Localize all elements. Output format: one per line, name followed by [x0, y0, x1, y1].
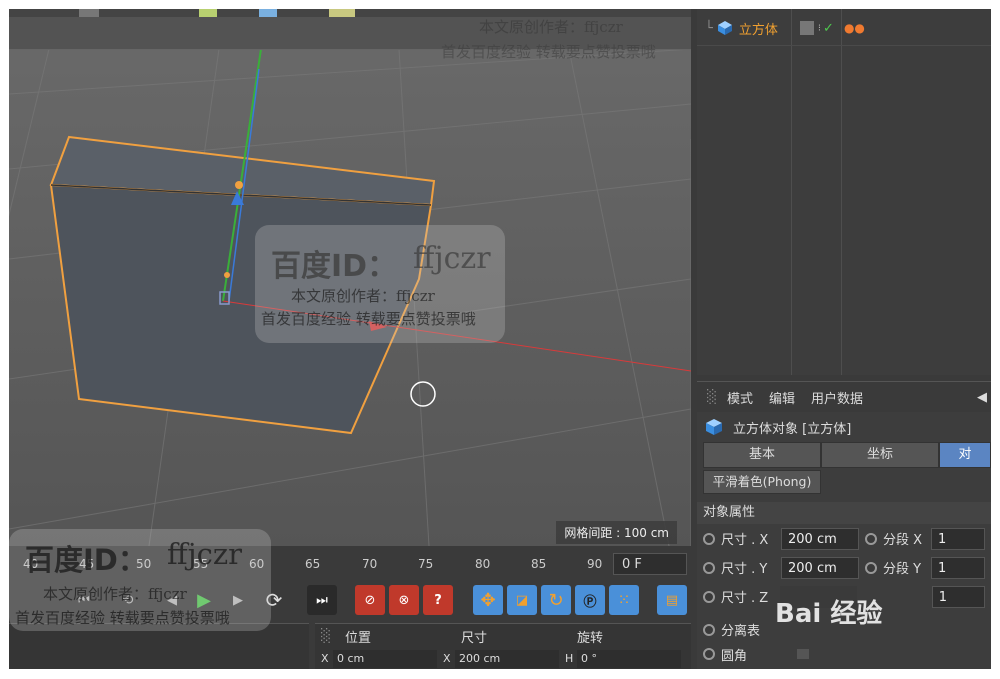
- move-key-icon[interactable]: ✥: [473, 585, 503, 615]
- watermark-user: ffjczr: [167, 537, 242, 571]
- fillet-checkbox[interactable]: [797, 649, 810, 659]
- watermark-line1: 本文原创作者：ffjczr: [479, 18, 623, 36]
- size-label: 尺寸: [461, 630, 488, 646]
- watermark-line1: 本文原创作者：ffjczr: [291, 287, 435, 305]
- animate-radio-icon[interactable]: [703, 561, 715, 574]
- watermark-brand: 百度ID：: [25, 543, 147, 577]
- column-divider: [841, 9, 842, 375]
- seg-z-field[interactable]: 1: [931, 585, 985, 608]
- tag-phong-icon[interactable]: ●●: [844, 21, 865, 35]
- x-label: X: [321, 652, 329, 665]
- x-label: X: [443, 652, 451, 665]
- scale-key-icon[interactable]: ◪: [507, 585, 537, 615]
- tree-line-icon: └: [705, 20, 713, 36]
- current-frame-field[interactable]: 0 F: [613, 553, 687, 575]
- x-size-field[interactable]: 200 cm: [455, 650, 559, 668]
- animate-radio-icon[interactable]: [865, 532, 877, 545]
- animate-radio-icon[interactable]: [703, 623, 715, 636]
- menu-user-data[interactable]: 用户数据: [811, 388, 863, 407]
- size-x-field[interactable]: 200 cm: [781, 527, 859, 550]
- autokey-icon[interactable]: ⊗: [389, 585, 419, 615]
- film-strip-icon[interactable]: ▤: [657, 585, 687, 615]
- size-x-label: 尺寸 . X: [721, 533, 769, 548]
- tick-label: 85: [531, 557, 547, 571]
- axis-handle-icon: [224, 272, 230, 278]
- seg-x-field[interactable]: 1: [931, 527, 985, 550]
- watermark-corner-logo: Bai 经验: [775, 599, 883, 629]
- cube-icon: [706, 419, 722, 435]
- separate-surfaces-label: 分离表: [721, 624, 761, 639]
- tick-label: 70: [362, 557, 378, 571]
- watermark-line2: 首发百度经验 转载要点赞投票哦: [15, 609, 230, 627]
- section-object-properties: 对象属性: [697, 502, 991, 524]
- coordinate-row-x: X 0 cm X 200 cm H 0 °: [315, 648, 691, 669]
- tab-phong[interactable]: 平滑着色(Phong): [703, 470, 821, 494]
- rotate-key-icon[interactable]: ↻: [541, 585, 571, 615]
- x-position-field[interactable]: 0 cm: [333, 650, 437, 668]
- seg-y-field[interactable]: 1: [931, 556, 985, 579]
- seg-x-label: 分段 X: [883, 533, 923, 548]
- watermark-line1: 本文原创作者：ffjczr: [43, 585, 187, 603]
- position-label: 位置: [345, 630, 372, 646]
- tick-label: 80: [475, 557, 491, 571]
- tab-basic[interactable]: 基本: [703, 442, 821, 468]
- animate-radio-icon[interactable]: [703, 590, 715, 603]
- attribute-menu-bar: ░ 模式 编辑 用户数据 ◀: [697, 382, 991, 412]
- seg-y-label: 分段 Y: [883, 562, 922, 577]
- tick-label: 90: [587, 557, 603, 571]
- object-type-title: 立方体对象 [立方体]: [733, 421, 852, 437]
- menu-edit[interactable]: 编辑: [769, 388, 795, 407]
- tab-object[interactable]: 对: [939, 442, 991, 468]
- h-label: H: [565, 652, 574, 665]
- grid-spacing-readout: 网格间距 : 100 cm: [556, 521, 677, 544]
- rotation-label: 旋转: [577, 630, 604, 646]
- prop-row-size-x: 尺寸 . X 200 cm 分段 X 1: [697, 524, 991, 553]
- pla-key-icon[interactable]: ⁙: [609, 585, 639, 615]
- attribute-tabs: 基本 坐标 对: [703, 442, 991, 468]
- keyframe-help-icon[interactable]: ?: [423, 585, 453, 615]
- size-z-label: 尺寸 . Z: [720, 591, 769, 606]
- watermark-line2: 首发百度经验 转载要点赞投票哦: [261, 310, 476, 328]
- watermark-brand: 百度ID：: [271, 249, 398, 284]
- visibility-dots-icon[interactable]: ⁝: [818, 23, 821, 34]
- grip-icon: ░: [321, 628, 331, 644]
- tick-label: 65: [305, 557, 321, 571]
- size-y-label: 尺寸 . Y: [721, 562, 768, 577]
- prop-row-fillet: 圆角: [697, 644, 991, 664]
- size-y-field[interactable]: 200 cm: [781, 556, 859, 579]
- param-key-icon[interactable]: Ⓟ: [575, 585, 605, 615]
- cube-icon: [717, 21, 732, 35]
- enabled-check-icon[interactable]: ✓: [823, 21, 834, 36]
- watermark-user: ffjczr: [413, 241, 491, 276]
- animate-radio-icon[interactable]: [865, 561, 877, 574]
- attribute-title: 立方体对象 [立方体]: [697, 412, 991, 442]
- goto-end-icon[interactable]: ⏭: [307, 585, 337, 615]
- watermark-line2: 首发百度经验 转载要点赞投票哦: [441, 43, 656, 61]
- back-arrow-icon[interactable]: ◀: [977, 390, 987, 405]
- menu-mode[interactable]: 模式: [727, 388, 753, 407]
- tick-label: 75: [418, 557, 434, 571]
- object-row-cube[interactable]: └ 立方体 ⁝ ✓ ●●: [697, 11, 991, 46]
- c4d-window: 网格间距 : 100 cm └ 立方体 ⁝ ✓ ●● ░ 模式 编辑 用户数据 …: [9, 9, 991, 669]
- tab-coord[interactable]: 坐标: [821, 442, 939, 468]
- h-rotation-field[interactable]: 0 °: [577, 650, 681, 668]
- record-active-icon[interactable]: ⊘: [355, 585, 385, 615]
- prop-row-size-y: 尺寸 . Y 200 cm 分段 Y 1: [697, 553, 991, 582]
- axis-handle-icon: [235, 181, 243, 189]
- animate-radio-icon[interactable]: [703, 532, 715, 545]
- grip-icon: ░: [707, 389, 717, 405]
- coordinate-manager: ░ 位置 尺寸 旋转 X 0 cm X 200 cm H 0 °: [315, 623, 691, 669]
- animate-radio-icon[interactable]: [703, 648, 715, 660]
- object-manager: └ 立方体 ⁝ ✓ ●●: [697, 9, 991, 375]
- object-name[interactable]: 立方体: [739, 19, 778, 38]
- fillet-label: 圆角: [721, 648, 748, 664]
- layer-icon[interactable]: [799, 21, 814, 35]
- column-divider: [791, 9, 792, 375]
- coordinate-header: ░ 位置 尺寸 旋转: [315, 624, 691, 648]
